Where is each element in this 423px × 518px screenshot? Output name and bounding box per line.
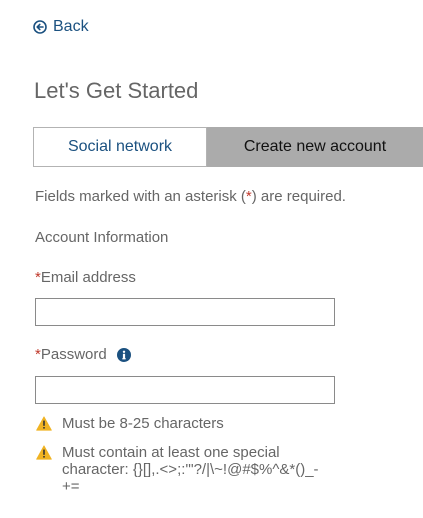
page-title: Let's Get Started [34,78,199,103]
password-rule-special-char: Must contain at least one special charac… [36,444,332,495]
required-note-after: ) are required. [251,188,346,205]
back-link[interactable]: Back [33,18,89,36]
tab-social-network[interactable]: Social network [33,127,207,167]
info-icon[interactable] [116,347,131,362]
account-information-heading: Account Information [35,229,169,246]
password-field-label: * Password [35,346,131,363]
back-label: Back [53,18,89,35]
password-rule-length-text: Must be 8-25 characters [62,415,224,432]
password-field[interactable] [35,376,335,404]
required-note-before: Fields marked with an asterisk ( [35,188,246,205]
email-label-text: Email address [40,269,136,286]
tab-create-new-account[interactable]: Create new account [207,127,423,167]
warning-icon [36,445,52,460]
password-rule-special-char-text: Must contain at least one special charac… [62,444,319,495]
tab-create-new-account-label: Create new account [243,138,387,155]
password-label-text: Password [40,346,107,363]
required-fields-note: Fields marked with an asterisk (*) are r… [35,188,346,205]
warning-icon [36,416,52,431]
password-rule-length: Must be 8-25 characters [36,415,332,432]
back-arrow-icon [33,20,47,34]
email-field-label: * Email address [35,269,136,286]
tab-social-network-label: Social network [67,138,173,155]
email-field[interactable] [35,298,335,326]
account-type-tabs: Social network Create new account [33,127,423,167]
